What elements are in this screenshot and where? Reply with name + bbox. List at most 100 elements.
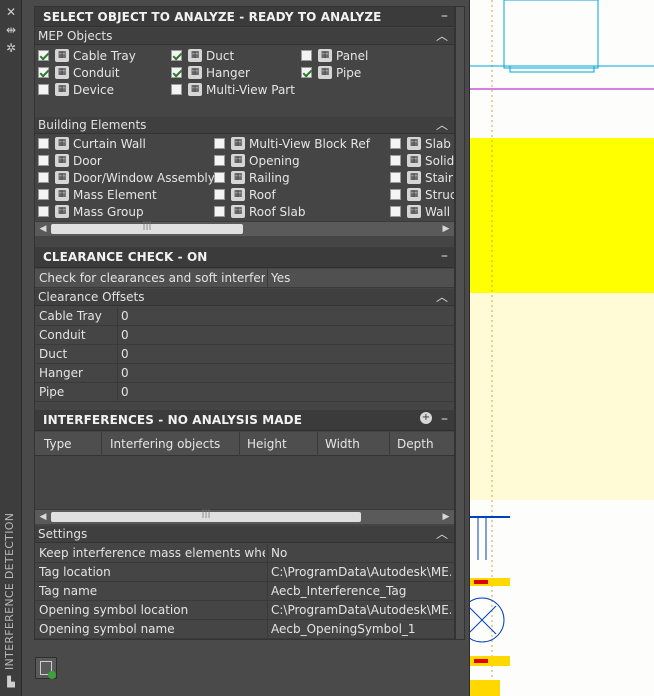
setting-row-tag-name[interactable]: Tag name Aecb_Interference_Tag (35, 582, 454, 601)
chevron-up-icon[interactable]: ︿ (436, 27, 448, 44)
checkbox[interactable] (38, 67, 49, 78)
column-width[interactable]: Width (325, 437, 360, 451)
offset-value[interactable]: 0 (121, 309, 301, 323)
checkbox[interactable] (38, 50, 49, 61)
autohide-icon[interactable]: ⇹ (4, 23, 18, 37)
offset-value[interactable]: 0 (121, 366, 301, 380)
checkbox-mass-element[interactable]: ▦ Mass Element (38, 186, 157, 203)
column-interfering-objects[interactable]: Interfering objects (110, 437, 220, 451)
offset-value[interactable]: 0 (121, 347, 301, 361)
setting-row-opening-symbol-name[interactable]: Opening symbol name Aecb_OpeningSymbol_1 (35, 620, 454, 639)
scroll-left-icon[interactable]: ◀ (37, 511, 49, 523)
checkbox-conduit[interactable]: ▦ Conduit (38, 64, 120, 81)
checkbox[interactable] (390, 206, 401, 217)
checkbox-railing[interactable]: ▦ Railing (214, 169, 290, 186)
select-section-header[interactable]: SELECT OBJECT TO ANALYZE - READY TO ANAL… (35, 7, 454, 27)
building-elements-header[interactable]: Building Elements ︿ (35, 117, 454, 134)
offset-row-pipe[interactable]: Pipe 0 (35, 383, 454, 402)
checkbox[interactable] (38, 84, 49, 95)
collapse-icon[interactable]: – (441, 411, 448, 427)
checkbox[interactable] (214, 206, 225, 217)
offset-row-hanger[interactable]: Hanger 0 (35, 364, 454, 383)
offset-row-cable-tray[interactable]: Cable Tray 0 (35, 307, 454, 326)
setting-value[interactable]: C:\ProgramData\Autodesk\ME... (271, 603, 451, 617)
checkbox-roof-slab[interactable]: ▦ Roof Slab (214, 203, 305, 220)
building-hscrollbar[interactable]: ◀ ||| ▶ (35, 221, 454, 236)
column-depth[interactable]: Depth (397, 437, 434, 451)
collapse-icon[interactable]: – (441, 248, 448, 264)
clearance-check-row[interactable]: Check for clearances and soft interferen… (35, 269, 454, 288)
collapse-icon[interactable]: – (441, 8, 448, 24)
checkbox-curtain-wall[interactable]: ▦ Curtain Wall (38, 135, 146, 152)
palette-vscrollbar[interactable] (455, 6, 465, 640)
chevron-up-icon[interactable]: ︿ (436, 525, 448, 542)
setting-value[interactable]: Aecb_Interference_Tag (271, 584, 451, 598)
palette-title-bar[interactable]: ✕ ⇹ ✲ INTERFERENCE DETECTION ▙ (0, 0, 22, 696)
settings-header[interactable]: Settings ︿ (35, 526, 454, 543)
checkbox-struct[interactable]: ▦ Struct (390, 186, 454, 203)
offset-row-conduit[interactable]: Conduit 0 (35, 326, 454, 345)
checkbox-door-window-assembly[interactable]: ▦ Door/Window Assembly (38, 169, 215, 186)
scroll-right-icon[interactable]: ▶ (440, 511, 452, 523)
checkbox[interactable] (38, 172, 49, 183)
checkbox-wall[interactable]: ▦ Wall (390, 203, 454, 220)
setting-row-opening-symbol-location[interactable]: Opening symbol location C:\ProgramData\Au… (35, 601, 454, 620)
checkbox-multi-view-block-ref[interactable]: ▦ Multi-View Block Ref (214, 135, 370, 152)
checkbox[interactable] (390, 138, 401, 149)
checkbox-duct[interactable]: ▦ Duct (171, 47, 234, 64)
checkbox-panel[interactable]: ▦ Panel (301, 47, 368, 64)
checkbox[interactable] (301, 50, 312, 61)
checkbox-cable-tray[interactable]: ▦ Cable Tray (38, 47, 136, 64)
checkbox[interactable] (171, 84, 182, 95)
column-type[interactable]: Type (44, 437, 72, 451)
offset-value[interactable]: 0 (121, 385, 301, 399)
checkbox-multi-view-part[interactable]: ▦ Multi-View Part (171, 81, 295, 98)
zoom-icon[interactable]: + (420, 412, 432, 424)
checkbox-opening[interactable]: ▦ Opening (214, 152, 300, 169)
chevron-up-icon[interactable]: ︿ (436, 116, 448, 133)
scroll-thumb[interactable]: ||| (51, 509, 361, 522)
checkbox[interactable] (214, 155, 225, 166)
interferences-section-header[interactable]: INTERFERENCES - NO ANALYSIS MADE + – (35, 410, 454, 431)
checkbox[interactable] (214, 189, 225, 200)
checkbox-solid[interactable]: ▦ Solid (390, 152, 454, 169)
checkbox[interactable] (38, 189, 49, 200)
checkbox-stair[interactable]: ▦ Stair (390, 169, 454, 186)
offset-value[interactable]: 0 (121, 328, 301, 342)
properties-icon[interactable]: ✲ (4, 41, 18, 55)
palette-menu-icon[interactable]: ▙ (4, 676, 18, 690)
checkbox-device[interactable]: ▦ Device (38, 81, 114, 98)
checkbox[interactable] (390, 172, 401, 183)
setting-row-tag-location[interactable]: Tag location C:\ProgramData\Autodesk\ME..… (35, 563, 454, 582)
checkbox-door[interactable]: ▦ Door (38, 152, 102, 169)
checkbox[interactable] (301, 67, 312, 78)
checkbox[interactable] (390, 189, 401, 200)
run-analysis-button[interactable] (35, 657, 57, 679)
checkbox[interactable] (214, 172, 225, 183)
checkbox-mass-group[interactable]: ▦ Mass Group (38, 203, 144, 220)
clearance-offsets-header[interactable]: Clearance Offsets ︿ (35, 289, 454, 306)
checkbox[interactable] (38, 206, 49, 217)
checkbox[interactable] (38, 138, 49, 149)
interferences-hscrollbar[interactable]: ◀ ||| ▶ (35, 509, 454, 524)
clearance-check-value[interactable]: Yes (271, 271, 451, 285)
mep-objects-header[interactable]: MEP Objects ︿ (35, 28, 454, 45)
setting-value[interactable]: No (271, 546, 451, 560)
scroll-left-icon[interactable]: ◀ (37, 223, 49, 235)
clearance-section-header[interactable]: CLEARANCE CHECK - ON – (35, 247, 454, 268)
checkbox-roof[interactable]: ▦ Roof (214, 186, 276, 203)
chevron-up-icon[interactable]: ︿ (436, 288, 448, 305)
checkbox[interactable] (171, 50, 182, 61)
checkbox[interactable] (390, 155, 401, 166)
checkbox[interactable] (38, 155, 49, 166)
setting-value[interactable]: C:\ProgramData\Autodesk\ME... (271, 565, 451, 579)
setting-value[interactable]: Aecb_OpeningSymbol_1 (271, 622, 451, 636)
scroll-right-icon[interactable]: ▶ (440, 223, 452, 235)
checkbox-slab[interactable]: ▦ Slab (390, 135, 454, 152)
setting-row-keep-interference-mass-elements-when-e-[interactable]: Keep interference mass elements when e..… (35, 544, 454, 563)
close-icon[interactable]: ✕ (4, 5, 18, 19)
scroll-thumb[interactable]: ||| (51, 221, 243, 234)
checkbox-pipe[interactable]: ▦ Pipe (301, 64, 361, 81)
column-height[interactable]: Height (247, 437, 287, 451)
checkbox-hanger[interactable]: ▦ Hanger (171, 64, 250, 81)
